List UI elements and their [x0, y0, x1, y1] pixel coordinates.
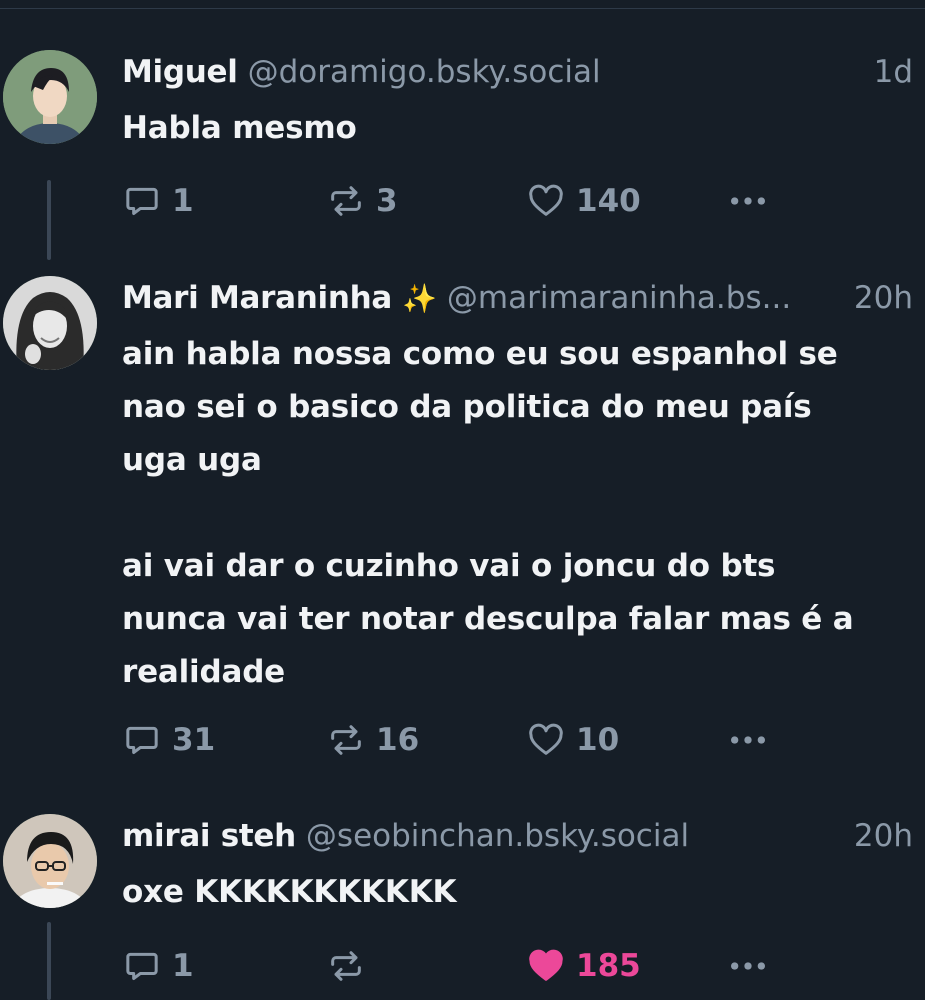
handle[interactable]: @marimaraninha.bs... — [447, 280, 840, 316]
like-count: 10 — [576, 722, 620, 758]
avatar[interactable] — [3, 50, 97, 144]
reply-count: 31 — [172, 722, 216, 758]
display-name[interactable]: Mari Maraninha — [122, 280, 392, 316]
thread-line — [47, 180, 51, 260]
post-header: mirai steh @seobinchan.bsky.social 20h — [122, 816, 913, 856]
ellipsis-icon — [731, 736, 765, 744]
timestamp[interactable]: 20h — [854, 280, 913, 316]
post-paragraph: oxe KKKKKKKKKKK — [122, 874, 457, 910]
reply-icon — [126, 726, 158, 754]
repost-button[interactable]: 16 — [326, 718, 419, 762]
like-count: 185 — [576, 948, 641, 984]
handle[interactable]: @seobinchan.bsky.social — [306, 818, 840, 854]
avatar[interactable] — [3, 276, 97, 370]
ellipsis-icon — [731, 962, 765, 970]
repost-icon — [331, 186, 361, 216]
repost-icon — [331, 951, 361, 981]
timestamp[interactable]: 20h — [854, 818, 913, 854]
divider — [0, 8, 925, 9]
heart-filled-icon — [529, 949, 563, 981]
post-actions: 31 16 10 — [122, 718, 912, 762]
sparkles-emoji: ✨ — [402, 281, 437, 315]
reply-button[interactable]: 1 — [122, 944, 194, 988]
thread-line — [47, 922, 51, 1000]
post-header: Miguel @doramigo.bsky.social 1d — [122, 52, 913, 92]
post-paragraph: ain habla nossa como eu sou espanhol se … — [122, 336, 838, 478]
repost-button[interactable]: 3 — [326, 179, 398, 223]
more-options-button[interactable] — [726, 179, 770, 223]
more-options-button[interactable] — [726, 944, 770, 988]
display-name[interactable]: mirai steh — [122, 818, 296, 854]
timestamp[interactable]: 1d — [874, 54, 913, 90]
post-text: ain habla nossa como eu sou espanhol se … — [122, 328, 892, 699]
avatar-photo-woman-grayscale — [3, 276, 97, 370]
post-header: Mari Maraninha ✨ @marimaraninha.bs... 20… — [122, 278, 913, 318]
post-actions: 1 3 140 — [122, 179, 912, 223]
heart-icon — [529, 184, 563, 216]
reply-button[interactable]: 1 — [122, 179, 194, 223]
reply-count: 1 — [172, 183, 194, 219]
like-count: 140 — [576, 183, 641, 219]
thread-view: Miguel @doramigo.bsky.social 1d Habla me… — [0, 0, 925, 1000]
ellipsis-icon — [731, 197, 765, 205]
heart-icon — [529, 723, 563, 755]
post-text: oxe KKKKKKKKKKK — [122, 866, 892, 919]
repost-count: 16 — [376, 722, 420, 758]
repost-button[interactable] — [326, 944, 366, 988]
like-button[interactable]: 185 — [526, 944, 641, 988]
reply-count: 1 — [172, 948, 194, 984]
more-options-button[interactable] — [726, 718, 770, 762]
avatar[interactable] — [3, 814, 97, 908]
repost-icon — [331, 725, 361, 755]
like-button[interactable]: 140 — [526, 179, 641, 223]
post-text: Habla mesmo — [122, 102, 892, 155]
display-name[interactable]: Miguel — [122, 54, 238, 90]
reply-icon — [126, 187, 158, 215]
reply-icon — [126, 952, 158, 980]
repost-count: 3 — [376, 183, 398, 219]
post-actions: 1 185 — [122, 944, 912, 988]
avatar-photo-man-glasses — [3, 814, 97, 908]
avatar-photo-young-man — [3, 50, 97, 144]
post-paragraph: ai vai dar o cuzinho vai o joncu do bts … — [122, 548, 854, 690]
reply-button[interactable]: 31 — [122, 718, 215, 762]
post-paragraph: Habla mesmo — [122, 110, 357, 146]
like-button[interactable]: 10 — [526, 718, 619, 762]
handle[interactable]: @doramigo.bsky.social — [248, 54, 860, 90]
